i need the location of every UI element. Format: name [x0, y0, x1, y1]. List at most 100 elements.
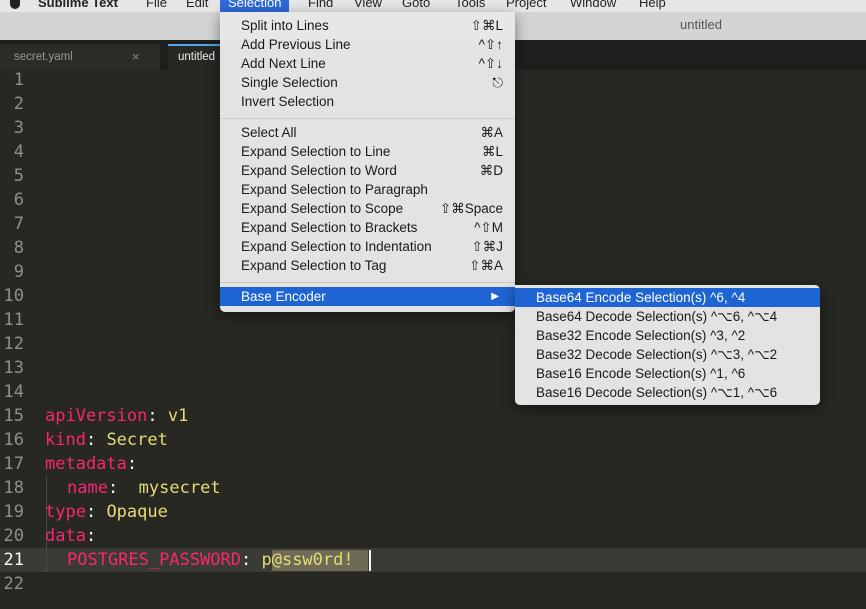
menu-file[interactable]: File [146, 0, 167, 10]
line-number: 11 [3, 310, 24, 330]
yaml-colon: : [241, 550, 262, 570]
menu-item-label: Split into Lines [241, 18, 329, 33]
menu-project[interactable]: Project [506, 0, 546, 10]
line-number: 3 [13, 118, 24, 138]
menu-item-label: Add Previous Line [241, 37, 351, 52]
code-line: POSTGRES_PASSWORD: p@ssw0rd! [67, 550, 354, 570]
line-number: 15 [3, 406, 24, 426]
menu-item-expand-to-brackets[interactable]: Expand Selection to Brackets ^⇧M [220, 218, 515, 237]
line-number: 20 [3, 526, 24, 546]
yaml-value: Opaque [106, 502, 168, 522]
submenu-arrow-icon: ▶ [491, 291, 499, 302]
menu-item-expand-to-word[interactable]: Expand Selection to Word ⌘D [220, 161, 515, 180]
code-line: name: mysecret [67, 478, 221, 498]
menu-item-base16-decode[interactable]: Base16 Decode Selection(s) ^⌥1, ^⌥6 [515, 383, 820, 402]
menu-item-label: Base16 Encode Selection(s) ^1, ^6 [536, 366, 746, 381]
shortcut: ⌘L [481, 144, 503, 159]
menu-find[interactable]: Find [308, 0, 333, 10]
tab-label: untitled [178, 51, 216, 63]
close-icon[interactable]: × [132, 44, 140, 70]
shortcut: ⇧⌘J [471, 239, 503, 254]
line-number: 1 [13, 70, 24, 90]
apple-icon[interactable] [10, 0, 20, 9]
menu-separator [220, 118, 515, 119]
yaml-value: Secret [106, 430, 168, 450]
line-number: 2 [13, 94, 24, 114]
line-number: 21 [3, 550, 24, 570]
menu-item-base64-encode[interactable]: Base64 Encode Selection(s) ^6, ^4 [515, 288, 820, 307]
line-number: 7 [13, 214, 24, 234]
menu-item-label: Expand Selection to Tag [241, 258, 387, 273]
menu-window[interactable]: Window [570, 0, 616, 10]
menu-item-expand-to-tag[interactable]: Expand Selection to Tag ⇧⌘A [220, 256, 515, 275]
menu-item-label: Base16 Decode Selection(s) ^⌥1, ^⌥6 [536, 385, 778, 400]
menu-item-expand-to-line[interactable]: Expand Selection to Line ⌘L [220, 142, 515, 161]
line-number: 14 [3, 382, 24, 402]
menu-item-expand-to-scope[interactable]: Expand Selection to Scope ⇧⌘Space [220, 199, 515, 218]
shortcut: ^⇧↑ [478, 37, 503, 52]
shortcut: ⇧⌘L [470, 18, 503, 33]
menu-item-label: Expand Selection to Scope [241, 201, 404, 216]
line-number: 19 [3, 502, 24, 522]
line-number: 9 [13, 262, 24, 282]
menu-goto[interactable]: Goto [402, 0, 430, 10]
menu-item-add-next-line[interactable]: Add Next Line ^⇧↓ [220, 54, 515, 73]
tab-secret-yaml[interactable]: secret.yaml × [0, 44, 160, 70]
menu-item-base64-decode[interactable]: Base64 Decode Selection(s) ^⌥6, ^⌥4 [515, 307, 820, 326]
line-number: 17 [3, 454, 24, 474]
menu-item-expand-to-paragraph[interactable]: Expand Selection to Paragraph [220, 180, 515, 199]
menu-item-base32-encode[interactable]: Base32 Encode Selection(s) ^3, ^2 [515, 326, 820, 345]
code-line: metadata: [45, 454, 137, 474]
menu-view[interactable]: View [354, 0, 382, 10]
menu-item-base-encoder[interactable]: Base Encoder ▶ [220, 287, 515, 306]
shortcut: ⌘A [480, 125, 503, 140]
yaml-key: name [67, 478, 108, 498]
selection-menu: Split into Lines ⇧⌘L Add Previous Line ^⇧↑… [220, 12, 515, 312]
line-number: 16 [3, 430, 24, 450]
menu-item-invert-selection[interactable]: Invert Selection [220, 92, 515, 111]
code-line: apiVersion: v1 [45, 406, 188, 426]
menu-item-label: Expand Selection to Line [241, 144, 391, 159]
line-number: 18 [3, 478, 24, 498]
escape-key-icon: ⎋ [492, 75, 503, 90]
menu-separator [220, 282, 515, 283]
menu-item-split-into-lines[interactable]: Split into Lines ⇧⌘L [220, 16, 515, 35]
menu-selection[interactable]: Selection [220, 0, 290, 12]
selected-value: p@ssw0rd! [261, 550, 354, 570]
shortcut: ^⇧M [474, 220, 503, 235]
menu-item-single-selection[interactable]: Single Selection ⎋ [220, 73, 515, 92]
indent-guide [46, 476, 47, 572]
yaml-key: type [45, 502, 86, 522]
shortcut: ⇧⌘Space [439, 201, 503, 216]
menu-item-expand-to-indentation[interactable]: Expand Selection to Indentation ⇧⌘J [220, 237, 515, 256]
menu-item-label: Invert Selection [241, 94, 335, 109]
menu-item-base16-encode[interactable]: Base16 Encode Selection(s) ^1, ^6 [515, 364, 820, 383]
base-encoder-submenu: Base64 Encode Selection(s) ^6, ^4 Base64… [515, 285, 820, 405]
code-line: type: Opaque [45, 502, 168, 522]
app-menu[interactable]: Sublime Text [38, 0, 118, 10]
line-number: 8 [13, 238, 24, 258]
menu-item-label: Base32 Decode Selection(s) ^⌥3, ^⌥2 [536, 347, 778, 362]
line-number: 4 [13, 142, 24, 162]
menu-item-add-previous-line[interactable]: Add Previous Line ^⇧↑ [220, 35, 515, 54]
shortcut: ⇧⌘A [469, 258, 503, 273]
menu-tools[interactable]: Tools [455, 0, 485, 10]
yaml-value: mysecret [138, 478, 221, 498]
yaml-key: apiVersion [45, 406, 148, 426]
menu-item-label: Expand Selection to Paragraph [241, 182, 428, 197]
menu-help[interactable]: Help [639, 0, 666, 10]
menu-item-label: Base32 Encode Selection(s) ^3, ^2 [536, 328, 746, 343]
menu-item-base32-decode[interactable]: Base32 Decode Selection(s) ^⌥3, ^⌥2 [515, 345, 820, 364]
line-number: 13 [3, 358, 24, 378]
menu-item-label: Base64 Encode Selection(s) ^6, ^4 [536, 290, 746, 305]
menu-item-select-all[interactable]: Select All ⌘A [220, 123, 515, 142]
shortcut: ^⇧↓ [478, 56, 503, 71]
menu-item-label: Base Encoder [241, 289, 326, 304]
menu-item-label: Expand Selection to Brackets [241, 220, 418, 235]
tab-untitled[interactable]: untitled [168, 44, 228, 70]
line-number: 6 [13, 190, 24, 210]
line-number: 10 [3, 286, 24, 306]
tab-label: secret.yaml [14, 51, 73, 63]
yaml-key: POSTGRES_PASSWORD [67, 550, 241, 570]
menu-edit[interactable]: Edit [186, 0, 208, 10]
